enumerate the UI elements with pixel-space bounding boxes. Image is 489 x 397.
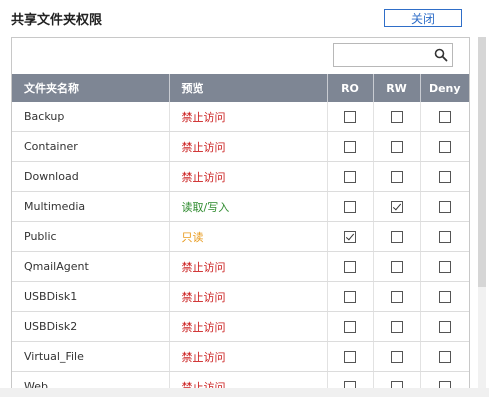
rw-checkbox[interactable]: [390, 261, 403, 273]
preview-status: 禁止访问: [169, 131, 328, 162]
column-header-folder-name[interactable]: 文件夹名称: [12, 74, 170, 102]
deny-checkbox[interactable]: [438, 351, 451, 363]
folder-name: Public: [12, 221, 170, 252]
ro-checkbox[interactable]: [344, 351, 356, 363]
rw-cell: [373, 131, 421, 162]
ro-cell: [327, 311, 374, 342]
ro-checkbox[interactable]: [344, 111, 356, 123]
rw-cell: [373, 311, 421, 342]
table-row[interactable]: QmailAgent 禁止访问: [12, 251, 469, 282]
rw-checkbox[interactable]: [390, 321, 403, 333]
rw-cell: [373, 221, 421, 252]
deny-checkbox[interactable]: [438, 261, 451, 273]
preview-status: 只读: [169, 221, 328, 252]
table-row[interactable]: USBDisk2 禁止访问: [12, 311, 469, 342]
deny-cell: [420, 191, 469, 222]
deny-checkbox[interactable]: [438, 111, 451, 123]
ro-checkbox[interactable]: [344, 261, 356, 273]
folder-name: USBDisk2: [12, 311, 170, 342]
search-input[interactable]: [334, 44, 430, 66]
deny-cell: [420, 311, 469, 342]
folder-name: Multimedia: [12, 191, 170, 222]
ro-checkbox[interactable]: [344, 201, 356, 213]
close-button[interactable]: 关闭: [384, 9, 462, 27]
deny-cell: [420, 341, 469, 372]
deny-cell: [420, 102, 469, 132]
rw-checkbox[interactable]: [390, 141, 403, 153]
table-row[interactable]: Backup 禁止访问: [12, 102, 469, 132]
table-row[interactable]: Public 只读: [12, 221, 469, 252]
preview-status: 禁止访问: [169, 311, 328, 342]
folder-name: Backup: [12, 102, 170, 132]
ro-checkbox[interactable]: [344, 231, 356, 243]
rw-cell: [373, 281, 421, 312]
rw-cell: [373, 191, 421, 222]
ro-cell: [327, 131, 374, 162]
search-box: [333, 43, 453, 67]
permissions-table: 文件夹名称 预览 RO RW Deny Backup 禁止访问 Container 禁…: [12, 74, 469, 397]
folder-name: USBDisk1: [12, 281, 170, 312]
deny-checkbox[interactable]: [438, 141, 451, 153]
table-row[interactable]: Download 禁止访问: [12, 161, 469, 192]
rw-cell: [373, 251, 421, 282]
ro-cell: [327, 341, 374, 372]
bottom-edge: [0, 388, 489, 397]
rw-cell: [373, 341, 421, 372]
folder-name: QmailAgent: [12, 251, 170, 282]
ro-cell: [327, 161, 374, 192]
deny-cell: [420, 131, 469, 162]
deny-cell: [420, 281, 469, 312]
folder-name: Download: [12, 161, 170, 192]
ro-checkbox[interactable]: [344, 291, 356, 303]
column-header-deny[interactable]: Deny: [420, 74, 469, 102]
scrollbar-thumb[interactable]: [478, 37, 486, 287]
rw-checkbox[interactable]: [390, 291, 403, 303]
deny-checkbox[interactable]: [438, 291, 451, 303]
table-row[interactable]: Virtual_File 禁止访问: [12, 341, 469, 372]
preview-status: 禁止访问: [169, 251, 328, 282]
ro-checkbox[interactable]: [344, 141, 356, 153]
rw-checkbox[interactable]: [390, 171, 403, 183]
rw-cell: [373, 161, 421, 192]
rw-cell: [373, 102, 421, 132]
column-header-rw[interactable]: RW: [373, 74, 421, 102]
rw-checkbox[interactable]: [390, 201, 403, 213]
ro-cell: [327, 221, 374, 252]
deny-cell: [420, 251, 469, 282]
folder-name: Virtual_File: [12, 341, 170, 372]
ro-cell: [327, 251, 374, 282]
preview-status: 读取/写入: [169, 191, 328, 222]
column-header-ro[interactable]: RO: [327, 74, 374, 102]
preview-status: 禁止访问: [169, 161, 328, 192]
deny-checkbox[interactable]: [438, 171, 451, 183]
preview-status: 禁止访问: [169, 102, 328, 132]
deny-cell: [420, 221, 469, 252]
column-header-preview: 预览: [169, 74, 328, 102]
ro-checkbox[interactable]: [344, 171, 356, 183]
preview-status: 禁止访问: [169, 281, 328, 312]
preview-status: 禁止访问: [169, 341, 328, 372]
deny-checkbox[interactable]: [438, 201, 451, 213]
table-header-row: 文件夹名称 预览 RO RW Deny: [12, 74, 469, 102]
folder-permissions-panel: 文件夹名称 预览 RO RW Deny Backup 禁止访问 Container 禁…: [11, 37, 470, 397]
search-icon[interactable]: [434, 48, 448, 62]
rw-checkbox[interactable]: [390, 351, 403, 363]
deny-checkbox[interactable]: [438, 321, 451, 333]
ro-cell: [327, 191, 374, 222]
table-row[interactable]: Multimedia 读取/写入: [12, 191, 469, 222]
rw-checkbox[interactable]: [390, 231, 403, 243]
table-row[interactable]: Container 禁止访问: [12, 131, 469, 162]
table-row[interactable]: USBDisk1 禁止访问: [12, 281, 469, 312]
rw-checkbox[interactable]: [390, 111, 403, 123]
folder-name: Container: [12, 131, 170, 162]
ro-checkbox[interactable]: [344, 321, 356, 333]
ro-cell: [327, 281, 374, 312]
dialog-title: 共享文件夹权限: [11, 13, 103, 28]
deny-checkbox[interactable]: [438, 231, 451, 243]
deny-cell: [420, 161, 469, 192]
ro-cell: [327, 102, 374, 132]
